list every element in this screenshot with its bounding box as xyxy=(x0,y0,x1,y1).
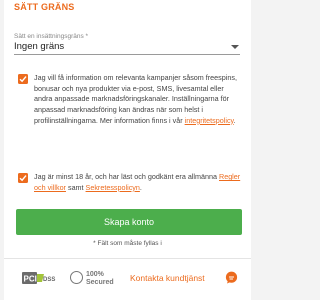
svg-text:PCI: PCI xyxy=(24,275,37,284)
pci-dss-logo-icon: PCI DSS xyxy=(22,272,55,284)
deposit-limit-select[interactable]: Ingen gräns xyxy=(14,40,240,55)
marketing-consent-suffix: . xyxy=(233,115,236,125)
terms-consent-body: Jag är minst 18 år, och har läst och god… xyxy=(34,172,217,181)
secured-seal-icon xyxy=(70,271,83,284)
terms-consent-suffix: . xyxy=(139,182,142,192)
secured-line1: 100% xyxy=(86,271,104,278)
checkmark-icon xyxy=(19,175,27,182)
privacy-policy-link-2[interactable]: Sekretesspolicyn xyxy=(86,183,140,192)
deposit-limit-value: Ingen gräns xyxy=(14,41,65,52)
secured-line2: Secured xyxy=(86,279,114,286)
marketing-consent-text: Jag vill få information om relevanta kam… xyxy=(34,73,242,127)
terms-consent-text: Jag är minst 18 år, och har läst och god… xyxy=(34,172,242,193)
registration-card: SÄTT GRÄNS Sätt en insättningsgräns * In… xyxy=(4,0,251,300)
chevron-down-icon xyxy=(231,45,239,49)
section-title: SÄTT GRÄNS xyxy=(14,2,75,12)
terms-consent-checkbox[interactable] xyxy=(18,173,28,183)
checkmark-icon xyxy=(19,76,27,83)
pci-dss-text: DSS xyxy=(43,277,55,283)
create-account-button[interactable]: Skapa konto xyxy=(16,209,242,235)
chat-bubble-icon[interactable] xyxy=(225,271,238,284)
required-fields-note: * Fält som måste fyllas i xyxy=(93,240,162,247)
marketing-consent-checkbox[interactable] xyxy=(18,74,28,84)
deposit-limit-label: Sätt en insättningsgräns * xyxy=(14,33,89,40)
footer-divider xyxy=(4,258,251,259)
contact-support-link[interactable]: Kontakta kundtjänst xyxy=(130,273,205,283)
secured-badge: 100% Secured xyxy=(70,268,114,290)
terms-consent-middle: samt xyxy=(67,182,84,192)
privacy-policy-link[interactable]: integritetspolicy xyxy=(185,116,234,125)
